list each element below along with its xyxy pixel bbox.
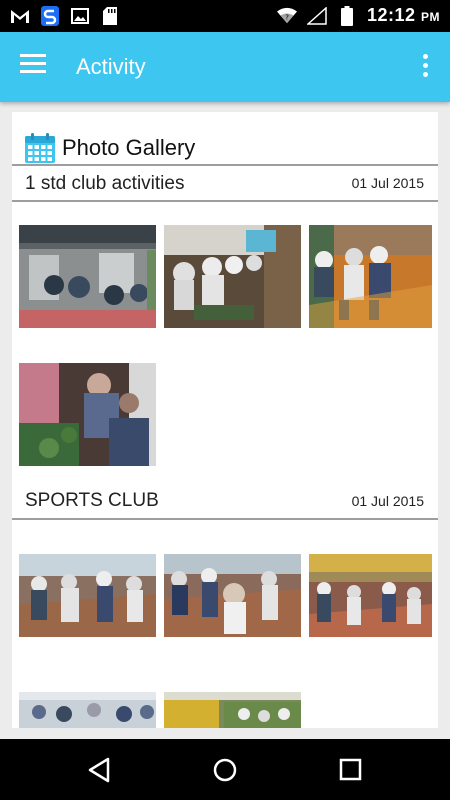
divider <box>12 164 438 166</box>
section-title: 1 std club activities <box>25 173 185 194</box>
sync-icon <box>40 6 60 26</box>
photo-gallery-card: Photo Gallery 1 std club activities 01 J… <box>12 112 438 728</box>
gallery-title: Photo Gallery <box>62 135 196 160</box>
photo-thumbnail[interactable] <box>19 225 156 328</box>
photo-thumbnail[interactable] <box>164 225 301 328</box>
sd-card-icon <box>100 6 120 26</box>
status-time-value: 12:12 <box>366 5 416 25</box>
cellular-signal-icon <box>306 6 327 26</box>
menu-icon[interactable] <box>20 54 50 80</box>
divider <box>12 518 438 520</box>
photo-thumbnail[interactable] <box>164 554 301 637</box>
svg-text:?: ? <box>285 12 289 21</box>
navigation-bar <box>0 739 450 800</box>
gallery-header: Photo Gallery <box>24 132 195 164</box>
section-date: 01 Jul 2015 <box>351 175 424 191</box>
home-icon[interactable] <box>211 757 239 783</box>
section-title: SPORTS CLUB <box>25 490 159 511</box>
photo-thumbnail[interactable] <box>19 554 156 637</box>
photo-thumbnail[interactable] <box>19 363 156 466</box>
recents-icon[interactable] <box>337 757 365 783</box>
status-time: 12:12 PM <box>367 5 440 26</box>
page-title: Activity <box>76 54 146 79</box>
image-icon <box>70 6 90 26</box>
wifi-icon: ? <box>276 6 297 26</box>
battery-icon <box>337 5 357 26</box>
calendar-icon <box>25 133 55 163</box>
app-bar: Activity <box>0 32 450 102</box>
divider <box>12 200 438 202</box>
photo-thumbnail[interactable] <box>164 692 301 728</box>
photo-thumbnail[interactable] <box>19 692 156 728</box>
section-date: 01 Jul 2015 <box>351 493 424 509</box>
status-time-ampm: PM <box>421 10 440 24</box>
photo-thumbnail[interactable] <box>309 225 438 328</box>
back-icon[interactable] <box>86 757 114 783</box>
more-vert-icon[interactable] <box>420 54 430 80</box>
status-bar: ? 12:12 PM <box>0 0 450 32</box>
photo-thumbnail[interactable] <box>309 554 432 637</box>
gmail-icon <box>10 6 30 26</box>
